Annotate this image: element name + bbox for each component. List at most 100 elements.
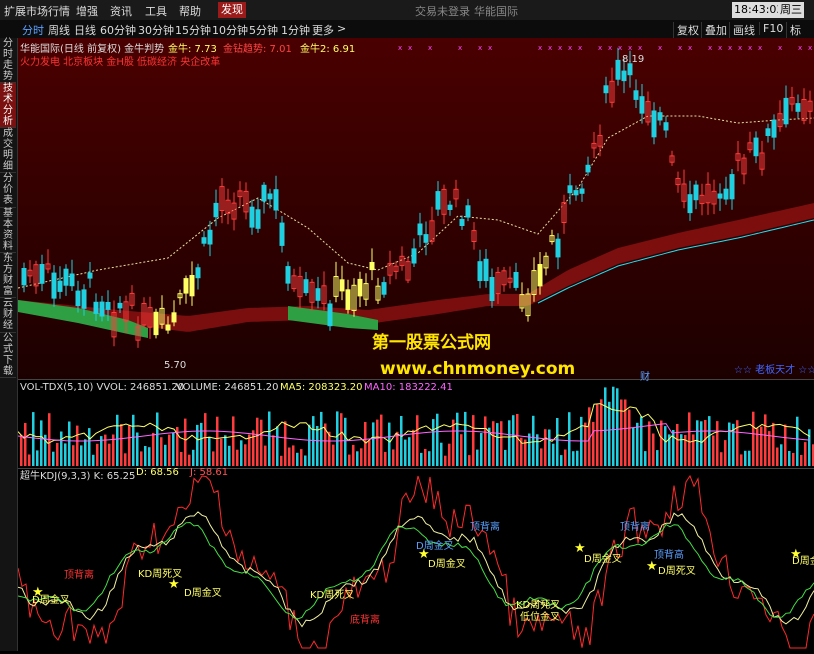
kdj-annotation: D周金叉 [32,595,70,606]
volume-bar [240,440,243,466]
candle-body [255,209,261,229]
volume-bar [444,455,447,466]
volume-bar [156,412,159,466]
candle-body [573,190,579,196]
signal-marker: x [658,44,662,52]
period-10min[interactable]: 10分钟 [212,22,248,38]
volume-bar [648,421,651,466]
signal-marker: x [618,44,622,52]
restore-rights-button[interactable]: 复权 [673,22,702,38]
volume-bar [780,444,783,466]
sidebar-tab-cloud-finance[interactable]: 云财经 [0,298,16,333]
candle-body [153,311,159,336]
volume-bar [224,435,227,466]
candle-body [657,112,663,121]
volume-bar [564,449,567,466]
volume-bar [228,445,231,466]
volume-bar [544,429,547,466]
candle-body [771,119,777,138]
sidebar-tab-label: 成交明细 [3,128,13,172]
candle-body [339,279,345,292]
volume-bar [128,425,131,466]
volume-bar [532,415,535,466]
volume-bar [612,386,615,466]
period-intraday[interactable]: 分时 [22,22,44,38]
candle-body [579,188,585,194]
period-30min[interactable]: 30分钟 [138,22,174,38]
sidebar-tab-profile[interactable]: 基本资料 [0,208,16,253]
candle-body [693,184,699,201]
candle-body [783,97,789,125]
volume-bar [740,454,743,466]
sidebar-tab-intraday[interactable]: 分时走势 [0,38,16,83]
weekday: 周三 [778,2,804,18]
period-weekly[interactable]: 周线 [48,22,70,38]
volume-bar [36,450,39,466]
overlay-button[interactable]: 叠加 [701,22,730,38]
menu-item-help[interactable]: 帮助 [179,3,201,19]
sidebar-tab-technical[interactable]: 技术分析 [0,83,16,128]
menu-item-tools[interactable]: 工具 [145,3,167,19]
volume-bar [628,409,631,466]
volume-bar [88,428,91,466]
candle-body [663,122,669,131]
volume-bar [216,416,219,466]
volume-bar [360,448,363,466]
volume-bar [384,451,387,466]
volume-bar [404,439,407,466]
login-status[interactable]: 交易未登录 [415,3,470,19]
volume-bar [272,435,275,466]
menu-item-extended-market[interactable]: 扩展市场行情 [4,3,70,19]
draw-line-button[interactable]: 画线 [729,22,758,38]
volume-bar [172,432,175,466]
kdj-annotation: KD周死叉 [138,569,183,580]
sidebar-tab-formula-download[interactable]: 公式下载 [0,333,16,378]
jinzuan-label: 金钻趋势: 7.01 [223,44,292,55]
volume-bar [616,388,619,466]
volume-bar [772,422,775,466]
f10-button[interactable]: F10 [759,22,786,35]
candle-body [477,261,483,281]
period-15min[interactable]: 15分钟 [175,22,211,38]
sidebar-tab-price-table[interactable]: 分价表 [0,173,16,208]
volume-bar [456,412,459,466]
kdj-annotation: D周金叉 [584,554,622,565]
candle-body [183,278,189,294]
volume-bar [340,413,343,466]
candle-body [327,303,333,327]
menu-item-discover[interactable]: 发现 [218,2,246,18]
period-next-arrow[interactable]: > [337,22,346,35]
period-60min[interactable]: 60分钟 [100,22,136,38]
candle-body [189,275,195,297]
volume-bar [380,414,383,466]
menu-item-enhance[interactable]: 增强 [76,3,98,19]
sidebar-tab-trades[interactable]: 成交明细 [0,128,16,173]
volume-bar [572,451,575,466]
period-more[interactable]: 更多 [312,22,334,38]
candle-body [615,59,621,80]
chart-area[interactable]: xxxxxxxxxxxxxxxxxxxxxxxxxxxx ★ ★ ★ ★ ★ ★ 华能国际… [17,38,814,651]
candle-body [63,268,69,286]
volume-bar [504,449,507,466]
signal-marker: x [708,44,712,52]
period-5min[interactable]: 5分钟 [249,22,278,38]
volume-bar [692,434,695,466]
volume-bar [28,454,31,466]
period-1min[interactable]: 1分钟 [281,22,310,38]
volume-bar [484,416,487,466]
volume-bar [76,425,79,466]
period-daily[interactable]: 日线 [74,22,96,38]
menu-item-news[interactable]: 资讯 [110,3,132,19]
volume-bar [432,419,435,466]
signal-marker: x [458,44,462,52]
volume-bar [448,443,451,466]
candle-body [345,289,351,310]
signal-marker: x [778,44,782,52]
volume-bar [660,420,663,466]
volume-bar [312,416,315,466]
candle-body [201,237,207,244]
sidebar-tab-eastmoney[interactable]: 东方财富 [0,253,16,298]
volume-bar [328,431,331,466]
volume-bar [712,435,715,466]
volume-bar [108,443,111,466]
